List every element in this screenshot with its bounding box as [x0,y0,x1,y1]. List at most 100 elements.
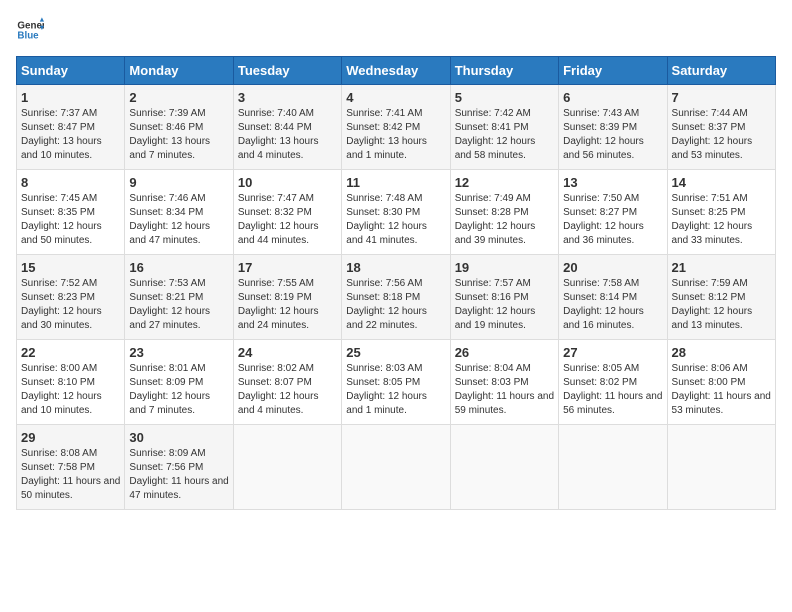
calendar-cell: 18 Sunrise: 7:56 AM Sunset: 8:18 PM Dayl… [342,255,450,340]
day-number: 3 [238,90,337,105]
day-info: Sunrise: 7:39 AM Sunset: 8:46 PM Dayligh… [129,107,228,163]
day-info: Sunrise: 8:01 AM Sunset: 8:09 PM Dayligh… [129,362,228,418]
day-info: Sunrise: 7:40 AM Sunset: 8:44 PM Dayligh… [238,107,337,163]
day-info: Sunrise: 7:57 AM Sunset: 8:16 PM Dayligh… [455,277,554,333]
day-number: 4 [346,90,445,105]
calendar-cell: 27 Sunrise: 8:05 AM Sunset: 8:02 PM Dayl… [559,340,667,425]
calendar-week-3: 15 Sunrise: 7:52 AM Sunset: 8:23 PM Dayl… [17,255,776,340]
logo: General Blue [16,16,44,44]
calendar-cell: 17 Sunrise: 7:55 AM Sunset: 8:19 PM Dayl… [233,255,341,340]
calendar-cell: 29 Sunrise: 8:08 AM Sunset: 7:58 PM Dayl… [17,425,125,510]
calendar-cell: 20 Sunrise: 7:58 AM Sunset: 8:14 PM Dayl… [559,255,667,340]
calendar-cell [450,425,558,510]
day-info: Sunrise: 7:49 AM Sunset: 8:28 PM Dayligh… [455,192,554,248]
calendar-cell: 15 Sunrise: 7:52 AM Sunset: 8:23 PM Dayl… [17,255,125,340]
calendar-cell: 8 Sunrise: 7:45 AM Sunset: 8:35 PM Dayli… [17,170,125,255]
day-number: 25 [346,345,445,360]
day-info: Sunrise: 7:51 AM Sunset: 8:25 PM Dayligh… [672,192,771,248]
calendar-week-1: 1 Sunrise: 7:37 AM Sunset: 8:47 PM Dayli… [17,85,776,170]
day-number: 5 [455,90,554,105]
calendar-cell: 12 Sunrise: 7:49 AM Sunset: 8:28 PM Dayl… [450,170,558,255]
day-number: 20 [563,260,662,275]
day-info: Sunrise: 7:56 AM Sunset: 8:18 PM Dayligh… [346,277,445,333]
calendar-cell: 6 Sunrise: 7:43 AM Sunset: 8:39 PM Dayli… [559,85,667,170]
day-number: 14 [672,175,771,190]
day-info: Sunrise: 7:59 AM Sunset: 8:12 PM Dayligh… [672,277,771,333]
calendar-cell: 25 Sunrise: 8:03 AM Sunset: 8:05 PM Dayl… [342,340,450,425]
day-number: 27 [563,345,662,360]
day-number: 24 [238,345,337,360]
day-info: Sunrise: 7:43 AM Sunset: 8:39 PM Dayligh… [563,107,662,163]
day-number: 18 [346,260,445,275]
day-header-friday: Friday [559,57,667,85]
calendar-cell: 2 Sunrise: 7:39 AM Sunset: 8:46 PM Dayli… [125,85,233,170]
calendar-cell: 3 Sunrise: 7:40 AM Sunset: 8:44 PM Dayli… [233,85,341,170]
day-number: 1 [21,90,120,105]
calendar-cell: 10 Sunrise: 7:47 AM Sunset: 8:32 PM Dayl… [233,170,341,255]
day-info: Sunrise: 7:47 AM Sunset: 8:32 PM Dayligh… [238,192,337,248]
calendar-cell: 9 Sunrise: 7:46 AM Sunset: 8:34 PM Dayli… [125,170,233,255]
day-header-thursday: Thursday [450,57,558,85]
day-info: Sunrise: 8:04 AM Sunset: 8:03 PM Dayligh… [455,362,554,418]
day-number: 16 [129,260,228,275]
calendar-cell: 4 Sunrise: 7:41 AM Sunset: 8:42 PM Dayli… [342,85,450,170]
calendar-cell: 13 Sunrise: 7:50 AM Sunset: 8:27 PM Dayl… [559,170,667,255]
day-info: Sunrise: 7:53 AM Sunset: 8:21 PM Dayligh… [129,277,228,333]
day-header-wednesday: Wednesday [342,57,450,85]
calendar-cell: 7 Sunrise: 7:44 AM Sunset: 8:37 PM Dayli… [667,85,775,170]
day-number: 8 [21,175,120,190]
calendar-cell: 22 Sunrise: 8:00 AM Sunset: 8:10 PM Dayl… [17,340,125,425]
calendar-week-2: 8 Sunrise: 7:45 AM Sunset: 8:35 PM Dayli… [17,170,776,255]
day-info: Sunrise: 8:08 AM Sunset: 7:58 PM Dayligh… [21,447,120,503]
day-info: Sunrise: 7:42 AM Sunset: 8:41 PM Dayligh… [455,107,554,163]
calendar-cell [667,425,775,510]
day-info: Sunrise: 7:50 AM Sunset: 8:27 PM Dayligh… [563,192,662,248]
calendar-table: SundayMondayTuesdayWednesdayThursdayFrid… [16,56,776,510]
day-number: 29 [21,430,120,445]
day-info: Sunrise: 7:52 AM Sunset: 8:23 PM Dayligh… [21,277,120,333]
calendar-cell: 30 Sunrise: 8:09 AM Sunset: 7:56 PM Dayl… [125,425,233,510]
day-number: 11 [346,175,445,190]
day-header-tuesday: Tuesday [233,57,341,85]
calendar-cell [233,425,341,510]
day-number: 17 [238,260,337,275]
day-number: 23 [129,345,228,360]
calendar-cell: 28 Sunrise: 8:06 AM Sunset: 8:00 PM Dayl… [667,340,775,425]
calendar-cell: 5 Sunrise: 7:42 AM Sunset: 8:41 PM Dayli… [450,85,558,170]
day-header-saturday: Saturday [667,57,775,85]
day-info: Sunrise: 7:44 AM Sunset: 8:37 PM Dayligh… [672,107,771,163]
calendar-cell: 14 Sunrise: 7:51 AM Sunset: 8:25 PM Dayl… [667,170,775,255]
day-info: Sunrise: 7:58 AM Sunset: 8:14 PM Dayligh… [563,277,662,333]
day-number: 7 [672,90,771,105]
day-number: 10 [238,175,337,190]
day-info: Sunrise: 8:06 AM Sunset: 8:00 PM Dayligh… [672,362,771,418]
day-number: 12 [455,175,554,190]
svg-text:Blue: Blue [17,30,39,41]
day-info: Sunrise: 7:55 AM Sunset: 8:19 PM Dayligh… [238,277,337,333]
day-number: 28 [672,345,771,360]
day-header-monday: Monday [125,57,233,85]
day-number: 26 [455,345,554,360]
day-header-sunday: Sunday [17,57,125,85]
day-number: 9 [129,175,228,190]
calendar-cell: 21 Sunrise: 7:59 AM Sunset: 8:12 PM Dayl… [667,255,775,340]
day-number: 21 [672,260,771,275]
calendar-cell: 23 Sunrise: 8:01 AM Sunset: 8:09 PM Dayl… [125,340,233,425]
calendar-cell: 24 Sunrise: 8:02 AM Sunset: 8:07 PM Dayl… [233,340,341,425]
day-info: Sunrise: 7:46 AM Sunset: 8:34 PM Dayligh… [129,192,228,248]
header: General Blue [16,16,776,44]
calendar-cell [342,425,450,510]
day-info: Sunrise: 8:00 AM Sunset: 8:10 PM Dayligh… [21,362,120,418]
calendar-cell: 26 Sunrise: 8:04 AM Sunset: 8:03 PM Dayl… [450,340,558,425]
calendar-cell [559,425,667,510]
day-info: Sunrise: 7:45 AM Sunset: 8:35 PM Dayligh… [21,192,120,248]
calendar-cell: 1 Sunrise: 7:37 AM Sunset: 8:47 PM Dayli… [17,85,125,170]
day-number: 30 [129,430,228,445]
day-info: Sunrise: 8:03 AM Sunset: 8:05 PM Dayligh… [346,362,445,418]
day-info: Sunrise: 8:05 AM Sunset: 8:02 PM Dayligh… [563,362,662,418]
day-number: 19 [455,260,554,275]
day-info: Sunrise: 7:41 AM Sunset: 8:42 PM Dayligh… [346,107,445,163]
day-number: 22 [21,345,120,360]
logo-icon: General Blue [16,16,44,44]
day-number: 15 [21,260,120,275]
